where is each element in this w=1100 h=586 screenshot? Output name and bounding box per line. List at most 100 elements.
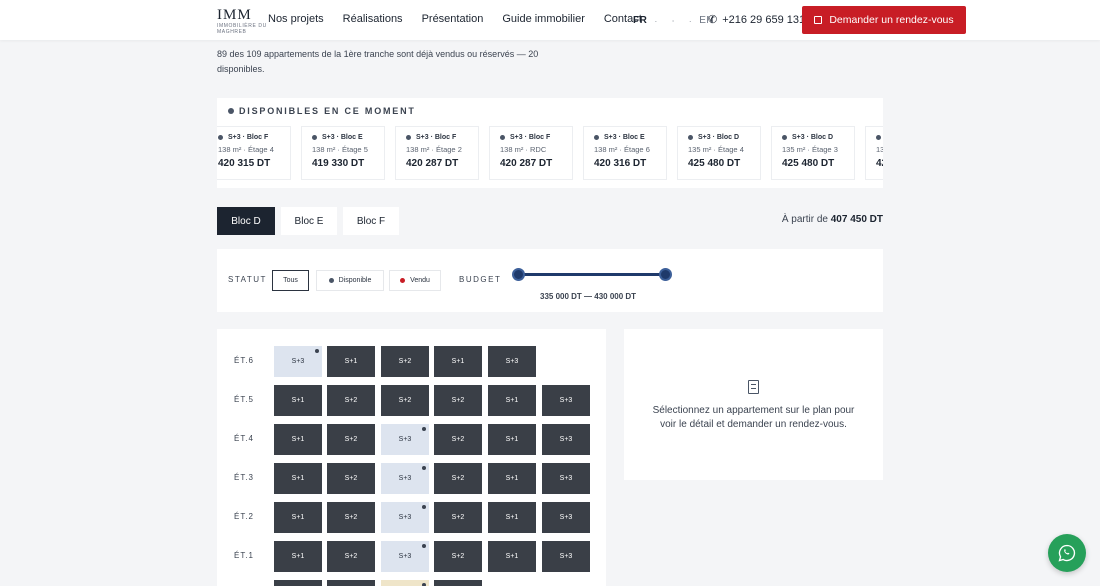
unit-specs: 138 m² · Étage 4 [218, 145, 274, 154]
apartment-type-label: S+3 [559, 397, 573, 404]
phone-link[interactable]: ✆ +216 29 659 131 [708, 13, 806, 27]
status-dot-icon [312, 135, 317, 140]
available-unit-card[interactable]: S+3 · Bloc E 138 m² · Étage 5 419 330 DT [301, 126, 385, 180]
apartment-cell[interactable]: S+1 [274, 541, 322, 572]
apartment-cell[interactable]: S+2 [434, 541, 482, 572]
apartment-cell[interactable]: S+2 [434, 385, 482, 416]
apartment-type-label: S+2 [398, 397, 412, 404]
lang-fr[interactable]: FR [633, 15, 647, 26]
apartment-cell[interactable]: S+2 [434, 463, 482, 494]
apartment-cell[interactable] [434, 580, 482, 586]
available-unit-card[interactable]: S+3 · Bloc F 138 m² · Étage 4 420 315 DT [217, 126, 291, 180]
unit-type-label: S+3 · Bloc D [792, 134, 834, 141]
apartment-cell[interactable] [274, 580, 322, 586]
unit-specs: 135 m² · Étage 2 [876, 145, 883, 154]
apartment-cell[interactable]: S+2 [327, 385, 375, 416]
apartment-type-label: S+2 [344, 475, 358, 482]
available-dot-icon [328, 278, 334, 283]
apartment-cell[interactable]: S+1 [274, 502, 322, 533]
logo[interactable]: IMM IMMOBILIÈRE DU MAGHREB [217, 8, 269, 36]
unit-type-label: S+3 · Bloc E [322, 134, 363, 141]
apartment-cell[interactable]: S+1 [434, 346, 482, 377]
apartment-type-label: S+2 [451, 475, 465, 482]
budget-range-value: 335 000 DT — 430 000 DT [540, 292, 637, 301]
apartment-cell[interactable]: S+1 [488, 463, 536, 494]
status-chip-tous[interactable]: Tous [272, 270, 309, 291]
apartment-cell[interactable] [327, 580, 375, 586]
apartment-cell[interactable] [381, 580, 429, 586]
apartment-cell[interactable]: S+1 [488, 541, 536, 572]
budget-min-handle[interactable] [512, 268, 525, 281]
unit-type-label: S+3 · Bloc D [698, 134, 740, 141]
apartment-type-label: S+3 [559, 553, 573, 560]
phone-number: +216 29 659 131 [722, 13, 806, 26]
apartment-type-label: S+2 [344, 436, 358, 443]
filters-panel: STATUT Tous Disponible Vendu BUDGET 335 … [217, 249, 883, 312]
nav-guide-immobilier[interactable]: Guide immobilier [502, 13, 585, 25]
available-unit-card[interactable]: S+3 · Bloc F 138 m² · Étage 2 420 287 DT [395, 126, 479, 180]
apartment-cell[interactable]: S+2 [327, 502, 375, 533]
apartment-cell[interactable]: S+3 [542, 463, 590, 494]
apartment-type-label: S+2 [451, 553, 465, 560]
apartment-cell[interactable]: S+3 [542, 385, 590, 416]
available-unit-card[interactable]: S+3 · Bloc D 135 m² · Étage 2 425 480 DT [865, 126, 883, 180]
apartment-cell[interactable]: S+3 [381, 424, 429, 455]
apartment-cell[interactable]: S+2 [381, 385, 429, 416]
apartment-cell[interactable]: S+3 [381, 502, 429, 533]
unit-specs: 138 m² · Étage 6 [594, 145, 650, 154]
apartment-cell[interactable]: S+2 [434, 424, 482, 455]
apartment-cell[interactable]: S+1 [327, 346, 375, 377]
available-unit-card[interactable]: S+3 · Bloc D 135 m² · Étage 3 425 480 DT [771, 126, 855, 180]
apartment-cell[interactable]: S+1 [274, 385, 322, 416]
unit-price: 425 480 DT [876, 158, 883, 169]
status-chip-vendu[interactable]: Vendu [389, 270, 441, 291]
status-marker-icon [422, 505, 426, 509]
unit-specs: 138 m² · Étage 5 [312, 145, 368, 154]
tab-bloc-d[interactable]: Bloc D [217, 207, 275, 235]
apartment-type-label: S+1 [291, 397, 305, 404]
book-appointment-button[interactable]: Demander un rendez-vous [802, 6, 966, 34]
apartment-cell[interactable]: S+1 [488, 424, 536, 455]
apartment-cell[interactable]: S+3 [381, 541, 429, 572]
apartment-cell[interactable]: S+2 [381, 346, 429, 377]
floor-label: ÉT.3 [234, 473, 255, 482]
nav-nos-projets[interactable]: Nos projets [268, 13, 324, 25]
lang-separator: · [654, 15, 658, 26]
apartment-cell[interactable]: S+3 [488, 346, 536, 377]
apartment-cell[interactable]: S+2 [434, 502, 482, 533]
apartment-cell[interactable]: S+3 [542, 541, 590, 572]
status-chip-disponible[interactable]: Disponible [316, 270, 384, 291]
available-unit-card[interactable]: S+3 · Bloc F 138 m² · RDC 420 287 DT [489, 126, 573, 180]
apartment-cell[interactable]: S+3 [542, 502, 590, 533]
unit-specs: 135 m² · Étage 3 [782, 145, 838, 154]
whatsapp-icon [1058, 544, 1076, 562]
apartment-cell[interactable]: S+2 [327, 541, 375, 572]
budget-slider-track[interactable] [513, 273, 666, 276]
unit-type: S+3 · Bloc F [218, 134, 290, 141]
apartment-cell[interactable]: S+1 [274, 424, 322, 455]
nav-realisations[interactable]: Réalisations [343, 13, 403, 25]
apartment-cell[interactable]: S+3 [274, 346, 322, 377]
apartment-cell[interactable]: S+3 [542, 424, 590, 455]
apartment-cell[interactable]: S+1 [488, 385, 536, 416]
available-unit-card[interactable]: S+3 · Bloc E 138 m² · Étage 6 420 316 DT [583, 126, 667, 180]
status-dot-icon [594, 135, 599, 140]
apartment-type-label: S+3 [559, 436, 573, 443]
nav-presentation[interactable]: Présentation [422, 13, 484, 25]
budget-max-handle[interactable] [659, 268, 672, 281]
available-units-track[interactable]: S+3 · Bloc F 138 m² · Étage 4 420 315 DT S+… [217, 126, 883, 180]
status-marker-icon [422, 466, 426, 470]
apartment-cell[interactable]: S+1 [274, 463, 322, 494]
available-unit-card[interactable]: S+3 · Bloc D 135 m² · Étage 4 425 480 DT [677, 126, 761, 180]
apartment-cell[interactable]: S+2 [327, 424, 375, 455]
tab-bloc-f[interactable]: Bloc F [343, 207, 399, 235]
status-dot-icon [782, 135, 787, 140]
apartment-cell[interactable]: S+3 [381, 463, 429, 494]
whatsapp-button[interactable] [1048, 534, 1086, 572]
apartment-cell[interactable]: S+1 [488, 502, 536, 533]
floor-label: ÉT.4 [234, 434, 255, 443]
apartment-cell[interactable]: S+2 [327, 463, 375, 494]
tab-bloc-e[interactable]: Bloc E [281, 207, 337, 235]
status-marker-icon [315, 349, 319, 353]
available-units-strip: DISPONIBLES EN CE MOMENT S+3 · Bloc F 138… [217, 98, 883, 188]
